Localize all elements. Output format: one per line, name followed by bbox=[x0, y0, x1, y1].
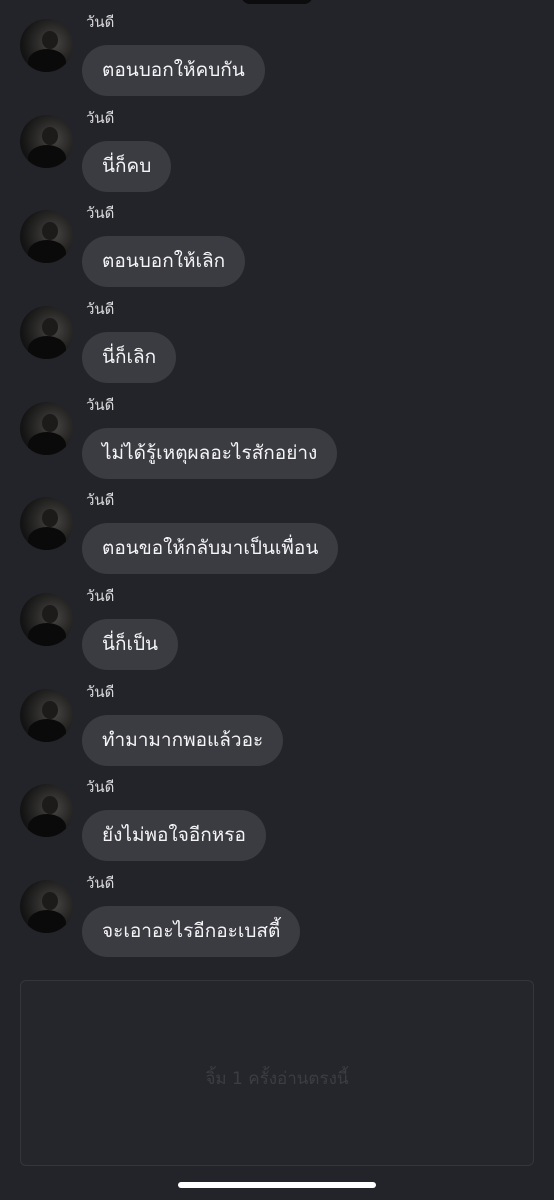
message-bubble[interactable]: นี่ก็เป็น bbox=[82, 619, 179, 670]
message-bubble[interactable]: ไม่ได้รู้เหตุผลอะไรสักอย่าง bbox=[82, 428, 338, 479]
avatar[interactable] bbox=[20, 306, 73, 359]
avatar[interactable] bbox=[20, 115, 73, 168]
sender-name: วันดี bbox=[86, 874, 115, 892]
message-bubble[interactable]: จะเอาอะไรอีกอะเบสตี้ bbox=[82, 906, 301, 957]
message-bubble[interactable]: ตอนขอให้กลับมาเป็นเพื่อน bbox=[82, 523, 339, 574]
message-bubble[interactable]: ตอนบอกให้เลิก bbox=[82, 236, 246, 287]
message-bubble[interactable]: ทำมามากพอแล้วอะ bbox=[82, 715, 284, 766]
home-indicator[interactable] bbox=[178, 1182, 376, 1188]
message-bubble[interactable]: ยังไม่พอใจอีกหรอ bbox=[82, 810, 266, 861]
message-row: วันดี นี่ก็เป็น bbox=[0, 574, 554, 670]
tap-to-read-area[interactable]: จิ้ม 1 ครั้งอ่านตรงนี้ bbox=[20, 980, 534, 1166]
sender-name: วันดี bbox=[86, 13, 115, 31]
sender-name: วันดี bbox=[86, 683, 115, 701]
message-row: วันดี ยังไม่พอใจอีกหรอ bbox=[0, 765, 554, 861]
sender-name: วันดี bbox=[86, 491, 115, 509]
avatar[interactable] bbox=[20, 784, 73, 837]
sender-name: วันดี bbox=[86, 204, 115, 222]
message-bubble[interactable]: ตอนบอกให้คบกัน bbox=[82, 45, 265, 96]
sender-name: วันดี bbox=[86, 109, 115, 127]
avatar[interactable] bbox=[20, 593, 73, 646]
message-row: วันดี ไม่ได้รู้เหตุผลอะไรสักอย่าง bbox=[0, 383, 554, 479]
avatar[interactable] bbox=[20, 19, 73, 72]
message-bubble[interactable]: นี่ก็คบ bbox=[82, 141, 172, 192]
sender-name: วันดี bbox=[86, 778, 115, 796]
sender-name: วันดี bbox=[86, 587, 115, 605]
message-bubble[interactable]: นี่ก็เลิก bbox=[82, 332, 177, 383]
message-row: วันดี ตอนบอกให้เลิก bbox=[0, 191, 554, 287]
avatar[interactable] bbox=[20, 210, 73, 263]
sender-name: วันดี bbox=[86, 396, 115, 414]
message-row: วันดี ทำมามากพอแล้วอะ bbox=[0, 670, 554, 766]
message-row: วันดี จะเอาอะไรอีกอะเบสตี้ bbox=[0, 861, 554, 957]
avatar[interactable] bbox=[20, 689, 73, 742]
message-row: วันดี ตอนบอกให้คบกัน bbox=[0, 0, 554, 96]
avatar[interactable] bbox=[20, 880, 73, 933]
message-row: วันดี ตอนขอให้กลับมาเป็นเพื่อน bbox=[0, 478, 554, 574]
avatar[interactable] bbox=[20, 497, 73, 550]
avatar[interactable] bbox=[20, 402, 73, 455]
tap-to-read-hint: จิ้ม 1 ครั้งอ่านตรงนี้ bbox=[205, 1069, 349, 1089]
sender-name: วันดี bbox=[86, 300, 115, 318]
message-row: วันดี นี่ก็เลิก bbox=[0, 287, 554, 383]
message-row: วันดี นี่ก็คบ bbox=[0, 96, 554, 192]
